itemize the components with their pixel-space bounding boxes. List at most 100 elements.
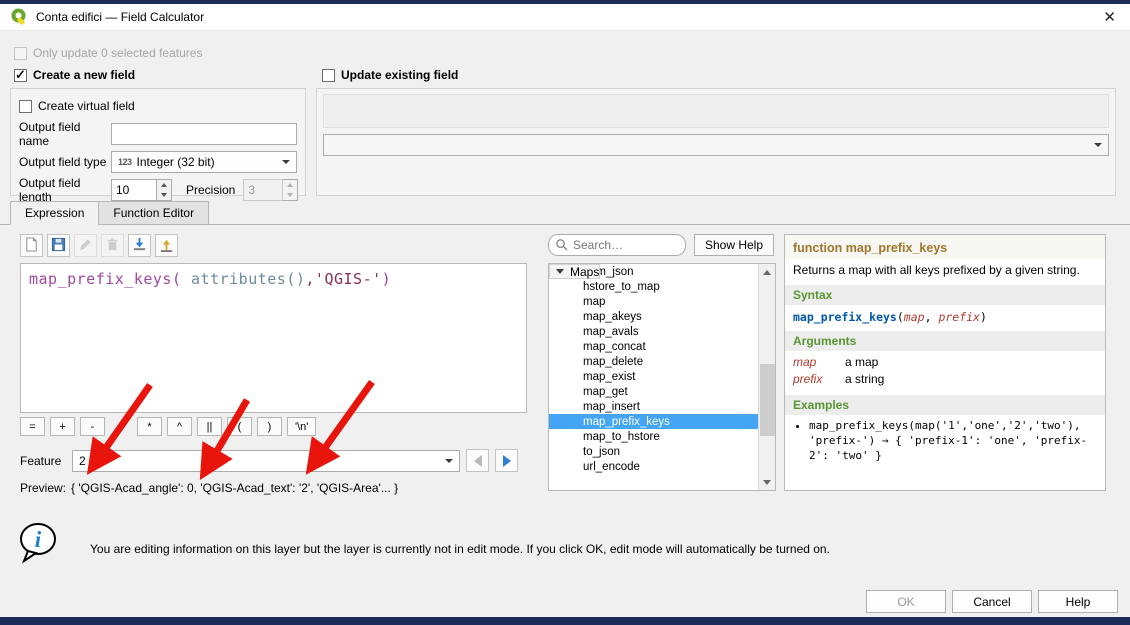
next-feature-button[interactable] [495,449,518,472]
function-search [548,234,686,256]
trash-icon [105,237,120,255]
tree-item-map-exist[interactable]: map_exist [549,369,758,384]
tree-item-url-encode[interactable]: url_encode [549,459,758,474]
help-button[interactable]: Help [1038,590,1118,613]
tree-item-map-to-hstore[interactable]: map_to_hstore [549,429,758,444]
create-virtual-field-checkbox[interactable] [19,100,32,113]
delete-expression-button [101,234,124,257]
ok-button[interactable]: OK [866,590,946,613]
syntax-arg-map: map [904,310,925,324]
help-title: function map_prefix_keys [785,235,1105,259]
operator-close-paren-button[interactable]: ) [257,417,282,436]
update-existing-field-label: Update existing field [341,68,458,82]
cancel-button[interactable]: Cancel [952,590,1032,613]
scroll-down-button[interactable] [759,474,775,490]
window-title: Conta edifici — Field Calculator [36,10,204,24]
length-spin-buttons[interactable] [157,179,172,201]
help-arguments-table: map a map prefix a string [785,351,1105,393]
operator-plus-button[interactable]: + [50,417,75,436]
scrollbar-thumb[interactable] [760,364,775,436]
update-existing-field-row[interactable]: Update existing field [322,68,458,82]
help-arguments-header: Arguments [785,331,1105,351]
output-field-type-label: Output field type [19,155,111,169]
dialog-buttons: OK Cancel Help [866,590,1118,613]
feature-select[interactable] [72,450,460,472]
example-item: map_prefix_keys(map('1','one','2','two')… [809,419,1105,464]
operator-equals-button[interactable]: = [20,417,45,436]
help-description: Returns a map with all keys prefixed by … [785,259,1105,283]
edit-mode-notice: You are editing information on this laye… [90,542,990,556]
output-field-type-select[interactable]: 123 Integer (32 bit) [111,151,297,173]
output-field-length-input[interactable] [111,179,157,201]
tree-item-map-concat[interactable]: map_concat [549,339,758,354]
create-virtual-field-row[interactable]: Create virtual field [19,95,297,117]
show-help-button[interactable]: Show Help [694,234,774,256]
tree-item-map-prefix-keys[interactable]: map_prefix_keys [549,414,758,429]
tree-item-map-delete[interactable]: map_delete [549,354,758,369]
syntax-function-name: map_prefix_keys [793,310,897,324]
operator-minus-button[interactable]: - [80,417,105,436]
argument-description: a string [845,372,884,386]
operator-multiply-button[interactable]: * [137,417,162,436]
chevron-down-icon [1094,143,1102,147]
operator-newline-button[interactable]: '\n' [287,417,316,436]
pencil-icon [78,237,93,255]
existing-field-list [323,94,1109,128]
operator-buttons: = + - * ^ || ( ) '\n' [20,417,316,436]
function-help-panel: function map_prefix_keys Returns a map w… [784,234,1106,491]
chevron-down-icon [282,160,290,164]
tree-scrollbar[interactable] [758,264,775,490]
preview-row: Preview: { 'QGIS-Acad_angle': 0, 'QGIS-A… [20,481,398,495]
tree-item-hstore-to-map[interactable]: hstore_to_map [549,279,758,294]
output-field-name-row: Output field name [19,123,297,145]
operator-concat-button[interactable]: || [197,417,222,436]
close-icon[interactable]: ✕ [1099,8,1120,26]
spin-up-icon[interactable] [157,180,171,190]
info-icon: i [16,521,60,568]
expression-close-paren: ) [382,270,392,288]
help-examples-list: map_prefix_keys(map('1','one','2','two')… [809,419,1105,464]
previous-arrow-icon [474,455,482,467]
update-existing-field-checkbox[interactable] [322,69,335,82]
screen: Conta edifici — Field Calculator ✕ Only … [0,0,1130,625]
precision-input [243,179,283,201]
tree-item-map-get[interactable]: map_get [549,384,758,399]
search-icon [555,238,568,254]
output-field-length-stepper[interactable] [111,179,172,201]
operator-open-paren-button[interactable]: ( [227,417,252,436]
tree-item-map-insert[interactable]: map_insert [549,399,758,414]
expression-editor[interactable]: map_prefix_keys( attributes(),'QGIS-') [20,263,527,413]
qgis-logo-icon [10,7,28,28]
argument-name: prefix [793,372,845,386]
output-field-length-label: Output field length [19,176,111,204]
tree-item-to-json[interactable]: to_json [549,444,758,459]
search-input[interactable] [548,234,686,256]
expander-icon[interactable] [556,269,564,274]
feature-input[interactable] [79,454,419,468]
operator-power-button[interactable]: ^ [167,417,192,436]
spin-down-icon[interactable] [157,190,171,200]
tree-item-map[interactable]: map [549,294,758,309]
import-expression-button[interactable] [128,234,151,257]
tab-expression[interactable]: Expression [10,201,99,225]
preview-value: { 'QGIS-Acad_angle': 0, 'QGIS-Acad_text'… [71,481,398,495]
update-existing-group [316,88,1116,196]
export-expression-button[interactable] [155,234,178,257]
scroll-up-button[interactable] [759,264,775,280]
tree-group-maps[interactable]: Maps [549,264,600,279]
tab-bar: Expression Function Editor [10,201,208,225]
create-new-field-row[interactable]: Create a new field [14,68,135,82]
save-expression-button[interactable] [47,234,70,257]
tab-function-editor[interactable]: Function Editor [98,201,209,225]
tree-item-map-avals[interactable]: map_avals [549,324,758,339]
file-icon [24,237,39,255]
new-expression-button[interactable] [20,234,43,257]
precision-stepper [243,179,298,201]
output-field-name-input[interactable] [111,123,297,145]
create-new-field-checkbox[interactable] [14,69,27,82]
expression-function-text: map_prefix_keys( [29,270,182,288]
tree-item-map-akeys[interactable]: map_akeys [549,309,758,324]
existing-field-select[interactable] [323,134,1109,156]
syntax-arg-prefix: prefix [938,310,980,324]
syntax-comma: , [925,310,939,324]
